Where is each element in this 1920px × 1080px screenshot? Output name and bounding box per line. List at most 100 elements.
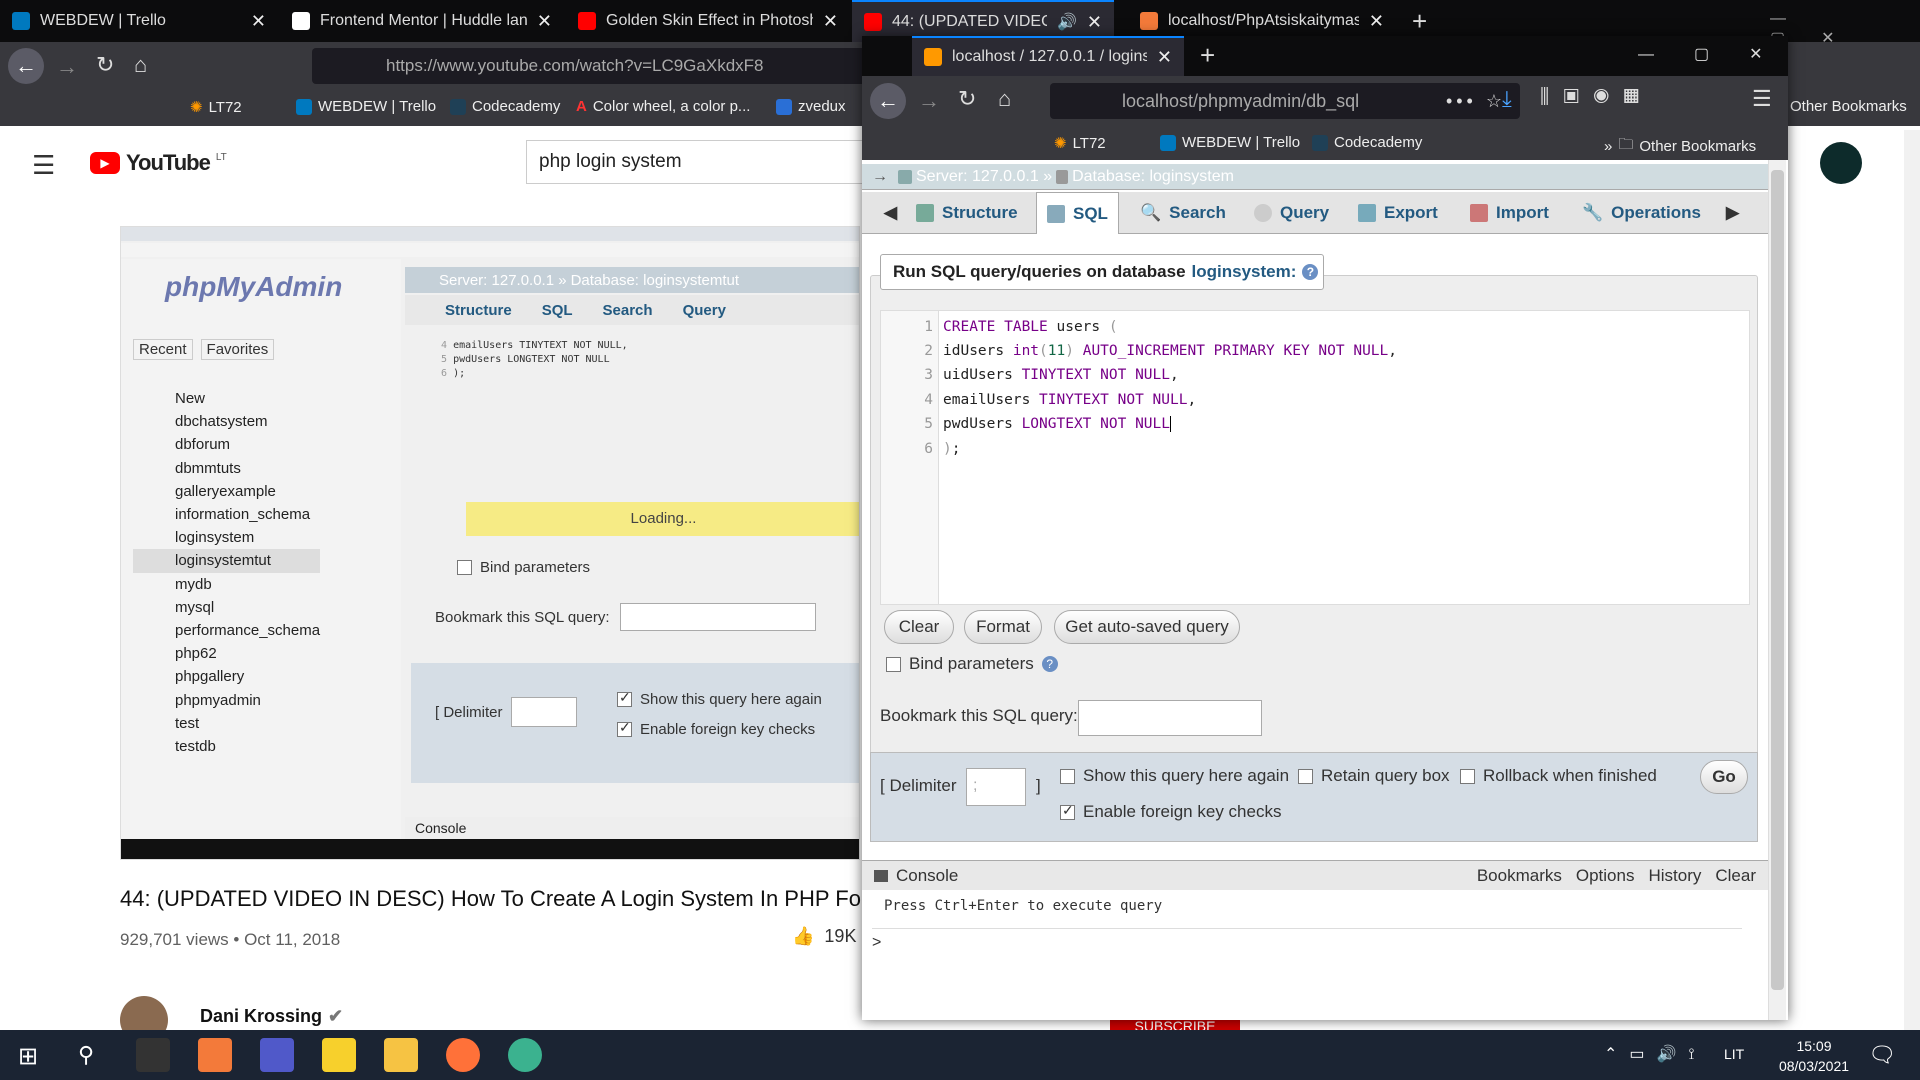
bookmark-codecademy[interactable]: Codecademy: [1312, 134, 1422, 151]
chevron-right-icon: »: [1604, 138, 1613, 155]
tab-export[interactable]: Export: [1348, 192, 1448, 234]
like-button[interactable]: 👍 19K: [792, 926, 856, 947]
foreign-keys-option[interactable]: Enable foreign key checks: [1060, 802, 1281, 822]
foreign-keys-checkbox[interactable]: [1060, 802, 1075, 820]
show-again-option[interactable]: Show this query here again: [1060, 766, 1289, 786]
tab-phpmyadmin[interactable]: localhost / 127.0.0.1 / loginsyste✕: [912, 36, 1184, 76]
download-icon[interactable]: ⤓: [1502, 86, 1512, 112]
windows-icon[interactable]: ⊞: [18, 1042, 38, 1071]
bind-parameters-checkbox[interactable]: [886, 656, 901, 672]
back-other-bookmarks[interactable]: Other Bookmarks: [1790, 98, 1907, 115]
youtube-logo[interactable]: ▶ YouTube LT: [90, 150, 227, 176]
menu-icon[interactable]: ☰: [32, 150, 55, 181]
server-icon: [898, 169, 912, 184]
console-options[interactable]: Options: [1576, 866, 1635, 886]
file-explorer-icon[interactable]: [384, 1038, 418, 1072]
format-button[interactable]: Format: [964, 610, 1042, 644]
close-icon[interactable]: ✕: [537, 11, 552, 32]
page-actions-icon[interactable]: ••• ☆: [1446, 91, 1506, 112]
console-history[interactable]: History: [1648, 866, 1701, 886]
tab-frontend-mentor[interactable]: Frontend Mentor | Huddle land ✕: [280, 0, 564, 42]
page-scrollbar[interactable]: [1904, 130, 1920, 1030]
tab-operations[interactable]: 🔧 Operations: [1572, 192, 1711, 234]
tab-search[interactable]: 🔍 Search: [1130, 192, 1236, 234]
back-icon[interactable]: ←: [870, 83, 906, 119]
console-bar[interactable]: Console Bookmarks Options History Clear: [862, 860, 1768, 890]
xampp-icon: [1140, 12, 1158, 30]
scrollbar-thumb[interactable]: [1771, 170, 1784, 990]
bookmark-lt72[interactable]: ✺ LT72: [190, 98, 242, 117]
go-button[interactable]: Go: [1700, 760, 1748, 794]
front-window-controls[interactable]: —▢✕: [1638, 44, 1803, 64]
language-indicator[interactable]: LIT: [1724, 1046, 1744, 1062]
teams-icon[interactable]: [260, 1038, 294, 1072]
menu-icon[interactable]: ☰: [1752, 86, 1772, 112]
tabs-scroll-left[interactable]: ◀: [874, 192, 907, 234]
close-icon[interactable]: ✕: [1157, 47, 1172, 68]
home-icon[interactable]: ⌂: [998, 86, 1011, 112]
bookmark-input[interactable]: [1078, 700, 1262, 736]
bind-parameters-option[interactable]: Bind parameters ?: [886, 654, 1058, 674]
reload-icon[interactable]: ↻: [958, 86, 976, 112]
firefox-icon[interactable]: [446, 1038, 480, 1072]
collapse-icon[interactable]: →: [862, 168, 898, 186]
tab-query[interactable]: Query: [1244, 192, 1339, 234]
user-avatar[interactable]: [1820, 142, 1862, 184]
tab-trello[interactable]: WEBDEW | Trello ✕: [0, 0, 278, 42]
rollback-option[interactable]: Rollback when finished: [1460, 766, 1657, 786]
back-url-bar[interactable]: https://www.youtube.com/watch?v=LC9GaXkd…: [312, 48, 872, 84]
close-icon[interactable]: ✕: [251, 11, 266, 32]
front-scrollbar[interactable]: [1768, 160, 1786, 1020]
atom-icon[interactable]: [508, 1038, 542, 1072]
video-player[interactable]: phpMyAdmin Recent Favorites New dbchatsy…: [120, 226, 860, 860]
bookmark-trello[interactable]: WEBDEW | Trello: [296, 98, 436, 115]
xampp-icon[interactable]: [198, 1038, 232, 1072]
speaker-icon[interactable]: 🔊: [1057, 12, 1077, 32]
sticky-notes-icon[interactable]: [322, 1038, 356, 1072]
reload-icon[interactable]: ↻: [96, 52, 114, 78]
get-autosaved-button[interactable]: Get auto-saved query: [1054, 610, 1240, 644]
clock[interactable]: 15:09 08/03/2021: [1768, 1036, 1860, 1076]
console-clear[interactable]: Clear: [1715, 866, 1756, 886]
help-icon[interactable]: ?: [1302, 264, 1319, 280]
bookmark-lt72[interactable]: ✺ LT72: [1054, 134, 1106, 153]
clock-app-icon[interactable]: [136, 1038, 170, 1072]
search-icon[interactable]: ⚲: [78, 1042, 94, 1068]
close-icon[interactable]: ✕: [823, 11, 838, 32]
toolbar-icons[interactable]: ⫼▣◉▦: [1540, 86, 1653, 109]
retain-option[interactable]: Retain query box: [1298, 766, 1450, 786]
forward-icon[interactable]: →: [56, 54, 78, 80]
bookmark-zvedux[interactable]: zvedux: [776, 98, 846, 115]
sql-editor[interactable]: 1 2 3 4 5 6 CREATE TABLE users ( idUsers…: [880, 310, 1750, 605]
bookmark-codecademy[interactable]: Codecademy: [450, 98, 560, 115]
system-tray-icons[interactable]: ⌃▭🔊⟟: [1604, 1044, 1706, 1064]
new-tab-icon[interactable]: +: [1200, 40, 1215, 71]
tab-sql[interactable]: SQL: [1036, 192, 1119, 234]
server-crumb[interactable]: Server: 127.0.0.1 »: [916, 168, 1052, 186]
channel-name[interactable]: Dani Krossing ✔: [200, 1006, 343, 1027]
tabs-scroll-right[interactable]: ▶: [1716, 192, 1749, 234]
close-icon[interactable]: ✕: [1369, 11, 1384, 32]
notifications-icon[interactable]: 🗨: [1868, 1042, 1896, 1068]
bookmark-color-wheel[interactable]: A Color wheel, a color p...: [576, 98, 750, 115]
console-body[interactable]: Press Ctrl+Enter to execute query >: [862, 890, 1768, 1014]
console-bookmarks[interactable]: Bookmarks: [1477, 866, 1562, 886]
delimiter-input[interactable]: ;: [966, 768, 1026, 806]
show-again-checkbox[interactable]: [1060, 768, 1075, 784]
rollback-checkbox[interactable]: [1460, 768, 1475, 784]
tab-golden-skin[interactable]: Golden Skin Effect in Photosho ✕: [566, 0, 850, 42]
tab-structure[interactable]: Structure: [906, 192, 1028, 234]
close-icon[interactable]: ✕: [1087, 12, 1102, 33]
tab-import[interactable]: Import: [1460, 192, 1559, 234]
front-other-bookmarks[interactable]: » 🗀 Other Bookmarks: [1604, 134, 1756, 159]
back-icon[interactable]: ←: [8, 48, 44, 84]
new-tab-icon[interactable]: +: [1412, 6, 1427, 37]
home-icon[interactable]: ⌂: [134, 52, 147, 78]
front-url-bar[interactable]: localhost/phpmyadmin/db_sql ••• ☆: [1050, 83, 1520, 119]
bookmark-trello[interactable]: WEBDEW | Trello: [1160, 134, 1300, 151]
database-crumb[interactable]: Database: loginsystem: [1072, 168, 1234, 186]
retain-checkbox[interactable]: [1298, 768, 1313, 784]
forward-icon[interactable]: →: [918, 88, 940, 114]
clear-button[interactable]: Clear: [884, 610, 954, 644]
help-icon[interactable]: ?: [1041, 656, 1058, 672]
